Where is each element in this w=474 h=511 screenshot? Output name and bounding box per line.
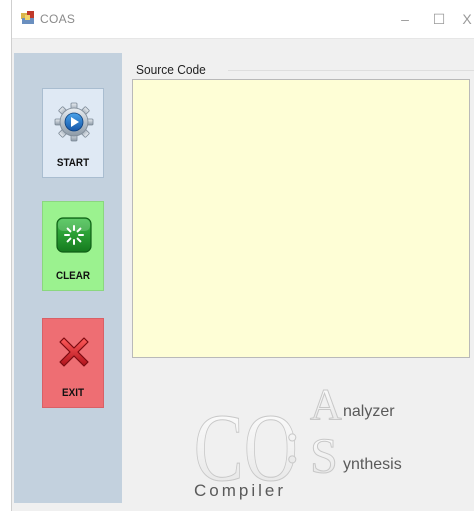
clear-button[interactable]: CLEAR	[42, 201, 104, 291]
gear-play-icon	[54, 102, 94, 142]
logo-s-rest: ynthesis	[343, 456, 402, 473]
logo-s: S	[310, 427, 338, 483]
exit-button[interactable]: EXIT	[42, 318, 104, 408]
start-label: START	[56, 157, 90, 169]
loading-icon	[56, 217, 92, 253]
start-button[interactable]: START	[42, 88, 104, 178]
group-divider	[228, 70, 474, 71]
red-x-icon	[59, 337, 89, 367]
logo-a: A	[310, 380, 342, 429]
title-bar: COAS – ☐ X	[12, 0, 474, 39]
window-title: COAS	[40, 12, 76, 26]
logo-compiler: Compiler	[194, 481, 286, 500]
maximize-button[interactable]: ☐	[427, 8, 451, 30]
app-icon	[21, 11, 34, 24]
source-code-input[interactable]	[132, 79, 470, 358]
minimize-button[interactable]: –	[393, 8, 417, 30]
logo-a-rest: nalyzer	[343, 403, 395, 420]
clear-label: CLEAR	[55, 270, 91, 282]
source-code-title: Source Code	[136, 62, 206, 77]
logo-colon: :	[284, 409, 301, 475]
exit-label: EXIT	[61, 387, 84, 399]
close-button[interactable]: X	[455, 8, 474, 30]
coas-logo: CO : A S nalyzer ynthesis Compiler	[193, 380, 402, 502]
